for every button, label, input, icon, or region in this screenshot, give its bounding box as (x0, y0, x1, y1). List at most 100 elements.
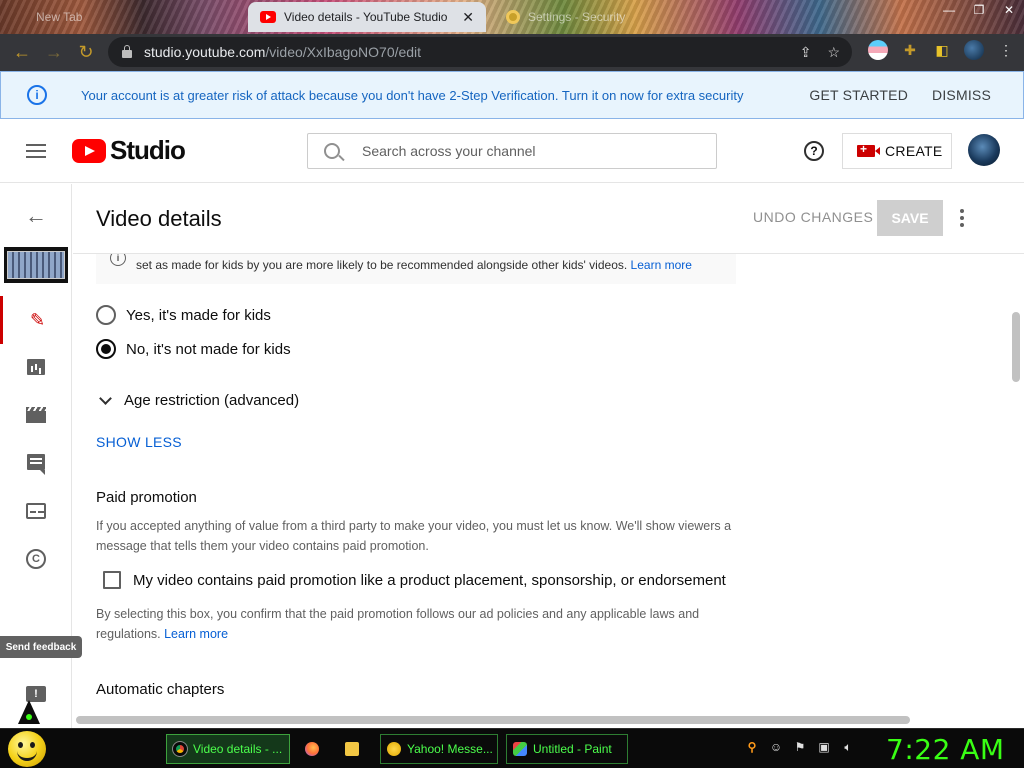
pencil-icon: ✎ (29, 309, 46, 330)
security-banner: i Your account is at greater risk of att… (0, 71, 1024, 119)
create-button[interactable]: CREATE (842, 133, 952, 169)
dismiss-button[interactable]: DISMISS (932, 87, 991, 103)
share-icon[interactable]: ⇪ (800, 44, 812, 61)
profile-avatar-icon[interactable] (964, 40, 984, 60)
hamburger-menu-icon[interactable] (26, 143, 46, 158)
vertical-scrollbar[interactable] (1012, 312, 1020, 382)
search-box[interactable] (307, 133, 717, 169)
taskbar-clock[interactable]: 7:22 AM (886, 733, 1005, 766)
url-host: studio.youtube.com (144, 44, 266, 60)
radio-button[interactable] (96, 305, 116, 325)
network-icon[interactable]: ▣ (816, 739, 832, 755)
create-label: CREATE (885, 143, 943, 159)
made-for-kids-info: i set as made for kids by you are more l… (96, 254, 736, 284)
address-bar: ← → ↻ studio.youtube.com /video/XxIbagoN… (0, 34, 1024, 71)
search-input[interactable] (362, 143, 702, 159)
minimize-icon[interactable]: — (934, 0, 964, 20)
taskbar-button-chrome[interactable]: Video details - ... (166, 734, 290, 764)
taskbar-button-yahoo-messenger[interactable]: Yahoo! Messe... (380, 734, 498, 764)
tab-settings-security[interactable]: Settings - Security (494, 2, 637, 32)
radio-made-for-kids-yes[interactable]: Yes, it's made for kids (96, 305, 271, 325)
settings-favicon-icon (506, 10, 520, 24)
create-video-icon (857, 142, 880, 157)
subtitles-icon (26, 503, 46, 519)
banner-message: Your account is at greater risk of attac… (81, 87, 744, 103)
tab-label: Video details - YouTube Studio (284, 10, 448, 24)
back-arrow-icon[interactable]: ← (6, 37, 38, 69)
close-tab-icon[interactable]: ✕ (462, 9, 474, 26)
volume-icon[interactable]: 🔈︎ (840, 739, 856, 755)
search-tray-icon[interactable]: ⚲ (744, 739, 760, 755)
kids-info-text: set as made for kids by you are more lik… (136, 258, 628, 272)
automatic-chapters-title: Automatic chapters (96, 681, 225, 698)
url-path: /video/XxIbagoNO70/edit (265, 44, 422, 60)
extensions-puzzle-icon[interactable]: ✚ (900, 40, 920, 60)
desktop-overlay-icon (18, 700, 40, 724)
sidebar-item-copyright[interactable]: C (0, 535, 72, 583)
show-less-button[interactable]: SHOW LESS (96, 434, 182, 450)
maximize-icon[interactable]: ❐ (964, 0, 994, 20)
editor-clapper-icon (26, 407, 46, 423)
paint-icon (513, 742, 527, 756)
extension-flag-icon[interactable] (868, 40, 888, 60)
sidebar-item-details[interactable]: ✎ (0, 296, 72, 344)
tab-video-details[interactable]: Video details - YouTube Studio ✕ (248, 2, 486, 32)
youtube-favicon-icon (260, 11, 276, 23)
lock-icon (122, 45, 132, 58)
tab-label: Settings - Security (528, 10, 626, 24)
chrome-icon (172, 741, 188, 757)
taskbar-button-firefox[interactable] (298, 734, 330, 764)
taskbar-label: Untitled - Paint (533, 742, 612, 756)
folder-icon (345, 742, 359, 756)
page-title: Video details (96, 206, 222, 231)
reload-icon[interactable]: ↻ (70, 37, 102, 69)
system-tray: ⚲ ☺ ⚑ ▣ 🔈︎ (744, 739, 856, 755)
left-rail: ← ✎ C Send feedback ! (0, 184, 82, 728)
studio-header: Studio ? CREATE (0, 119, 1024, 183)
copyright-icon: C (26, 549, 46, 569)
radio-label: No, it's not made for kids (126, 340, 291, 358)
close-window-icon[interactable]: ✕ (994, 0, 1024, 20)
search-icon (324, 143, 340, 159)
paid-promotion-description: If you accepted anything of value from a… (96, 519, 732, 553)
video-thumbnail[interactable] (4, 247, 68, 283)
action-center-flag-icon[interactable]: ⚑ (792, 739, 808, 755)
youtube-studio-logo[interactable]: Studio (72, 135, 186, 166)
paid-promotion-learn-more-link[interactable]: Learn more (164, 627, 228, 641)
back-arrow-icon: ← (25, 203, 47, 228)
logo-text: Studio (110, 135, 186, 165)
radio-made-for-kids-no[interactable]: No, it's not made for kids (96, 339, 291, 359)
back-to-content-button[interactable]: ← (0, 192, 72, 240)
help-icon[interactable]: ? (804, 141, 824, 161)
channel-avatar[interactable] (968, 134, 1000, 166)
messenger-tray-icon[interactable]: ☺ (768, 739, 784, 755)
taskbar-button-paint[interactable]: Untitled - Paint (506, 734, 628, 764)
tab-label: New Tab (36, 10, 83, 24)
sidebar-item-editor[interactable] (0, 391, 72, 439)
kids-learn-more-link[interactable]: Learn more (631, 258, 692, 272)
start-button-smiley-icon[interactable] (8, 731, 46, 767)
get-started-button[interactable]: GET STARTED (809, 87, 908, 103)
undo-changes-button[interactable]: UNDO CHANGES (753, 209, 873, 225)
save-button[interactable]: SAVE (877, 200, 943, 236)
age-restriction-toggle[interactable]: Age restriction (advanced) (99, 391, 299, 409)
analytics-icon (27, 359, 45, 375)
paid-promotion-checkbox[interactable] (103, 571, 121, 589)
browser-tab-strip: New Tab Video details - YouTube Studio ✕… (0, 0, 1024, 34)
side-panel-icon[interactable]: ◧ (932, 40, 952, 60)
sidebar-item-comments[interactable] (0, 438, 72, 486)
tab-new-tab[interactable]: New Tab (24, 2, 94, 32)
forward-arrow-icon[interactable]: → (38, 37, 70, 69)
url-input[interactable]: studio.youtube.com /video/XxIbagoNO70/ed… (108, 37, 852, 67)
taskbar-button-folder[interactable] (338, 734, 370, 764)
yahoo-messenger-icon (387, 742, 401, 756)
browser-menu-icon[interactable]: ⋮ (996, 40, 1016, 60)
sidebar-item-subtitles[interactable] (0, 487, 72, 535)
radio-button-selected[interactable] (96, 339, 116, 359)
bookmark-star-icon[interactable]: ☆ (827, 44, 840, 61)
horizontal-scrollbar[interactable] (76, 716, 910, 724)
sidebar-item-analytics[interactable] (0, 343, 72, 391)
more-options-icon[interactable] (959, 209, 965, 227)
comments-icon (27, 454, 45, 475)
paid-promotion-checkbox-row[interactable]: My video contains paid promotion like a … (103, 571, 726, 589)
